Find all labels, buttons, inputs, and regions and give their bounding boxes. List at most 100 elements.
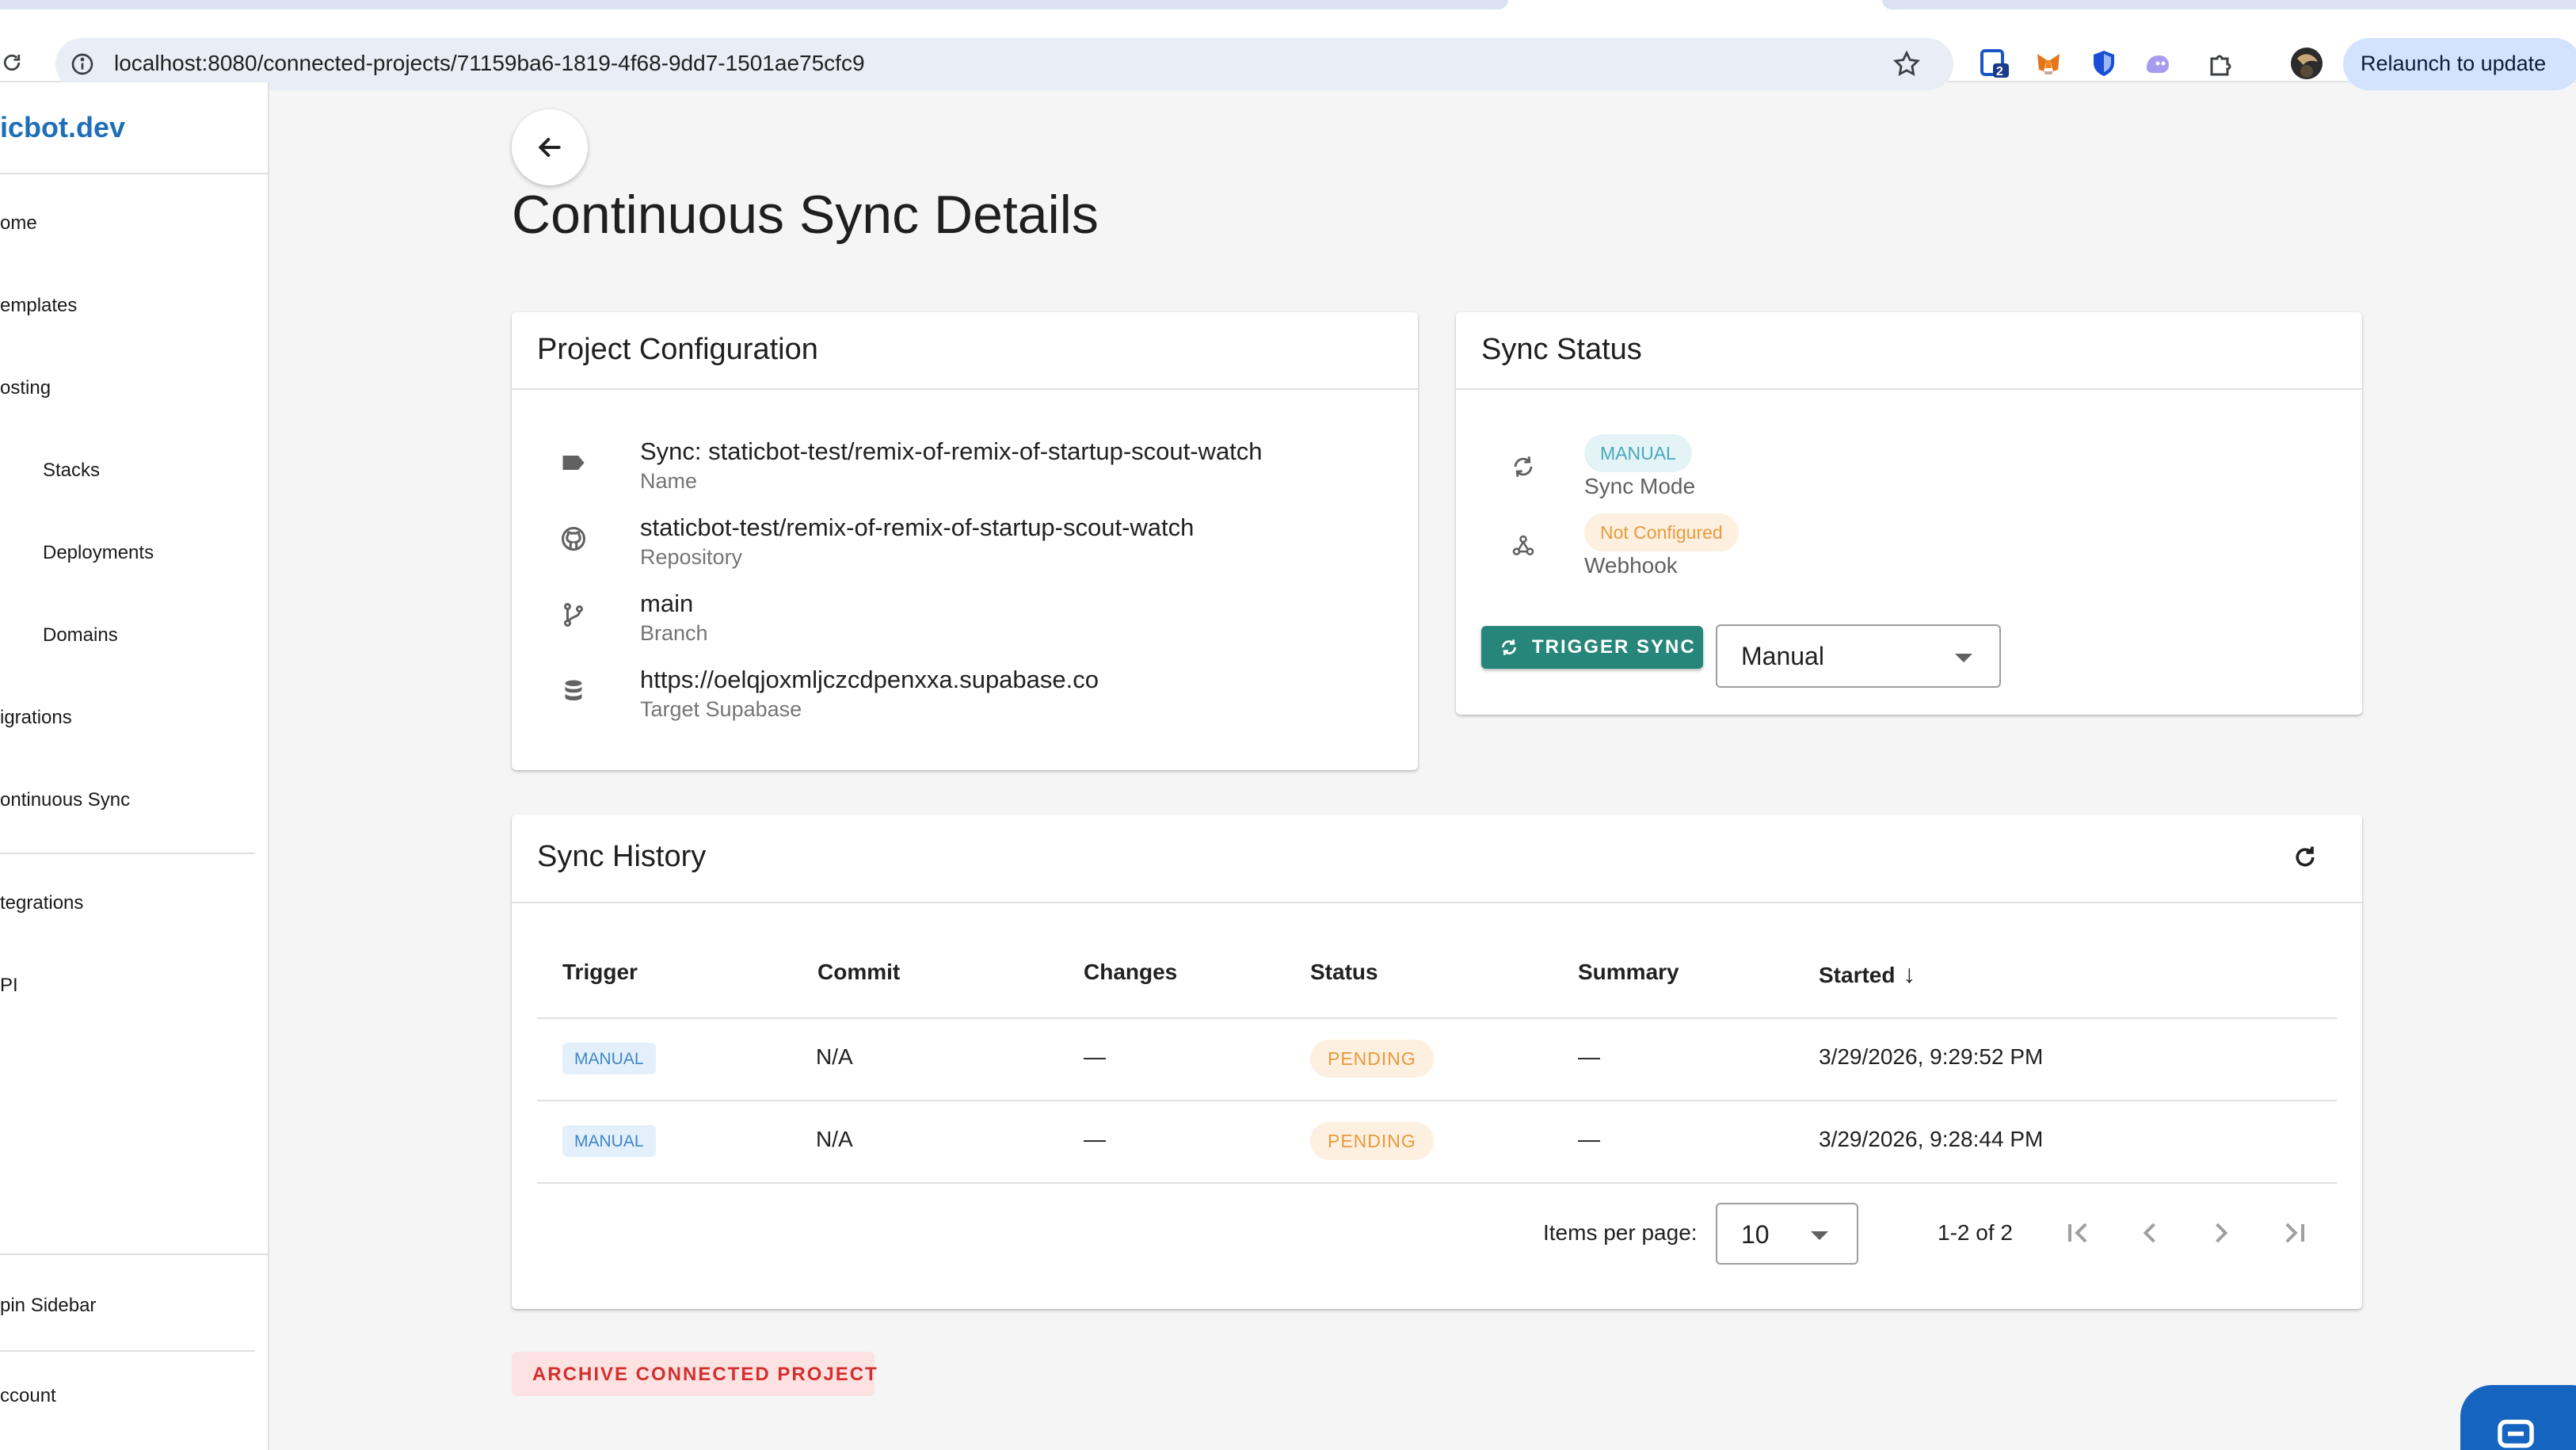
address-url[interactable]: localhost:8080/connected-projects/71159b… [114, 51, 865, 76]
sidebar-item-continuous-sync[interactable]: ontinuous Sync [0, 789, 130, 811]
address-bar[interactable]: localhost:8080/connected-projects/71159b… [55, 38, 1953, 90]
sync-icon [1514, 456, 1533, 477]
status-chip: PENDING [1310, 1040, 1434, 1078]
column-header-status: Status [1310, 960, 1378, 984]
card-divider [1456, 388, 2362, 390]
app-sidebar: icbot.dev ome emplates osting Stacks Dep… [0, 82, 269, 1450]
sidebar-divider [0, 1253, 269, 1255]
webhook-label: Webhook [1584, 553, 1678, 578]
sync-icon [1502, 639, 1516, 655]
profile-avatar[interactable] [2291, 48, 2323, 79]
sidebar-item-integrations[interactable]: tegrations [0, 892, 83, 914]
status-chip: PENDING [1310, 1122, 1434, 1160]
sidebar-item-account[interactable]: ccount [0, 1385, 56, 1407]
sync-mode-select[interactable]: Manual [1716, 624, 2001, 688]
config-row-repository: staticbot-test/remix-of-remix-of-startup… [512, 513, 1418, 590]
sidebar-item-unpin-sidebar[interactable]: pin Sidebar [0, 1295, 96, 1317]
started-cell: 3/29/2026, 9:29:52 PM [1819, 1044, 2044, 1069]
column-header-commit: Commit [817, 960, 901, 984]
next-page-icon[interactable] [2204, 1215, 2239, 1250]
table-divider [537, 1017, 2337, 1019]
sort-arrow-down-icon: ↓ [1903, 960, 1916, 988]
sync-mode-select-value: Manual [1741, 642, 1824, 670]
sidebar-divider [0, 1350, 255, 1352]
config-value: staticbot-test/remix-of-remix-of-startup… [640, 513, 1195, 541]
project-configuration-card: Project Configuration Sync: staticbot-te… [512, 312, 1418, 770]
back-button[interactable] [512, 109, 588, 185]
summary-cell: — [1578, 1127, 1600, 1151]
started-cell: 3/29/2026, 9:28:44 PM [1819, 1127, 2044, 1151]
archive-connected-project-button[interactable]: ARCHIVE CONNECTED PROJECT [512, 1352, 877, 1396]
trigger-chip: MANUAL [562, 1043, 656, 1074]
sidebar-item-domains[interactable]: Domains [43, 624, 118, 647]
extensions-puzzle-icon[interactable] [2205, 48, 2237, 79]
browser-tabstrip [0, 0, 2576, 17]
database-icon [565, 680, 582, 700]
column-header-started-label: Started [1819, 963, 1896, 987]
github-icon [562, 527, 585, 551]
bookmark-star-icon[interactable] [1892, 49, 1922, 79]
sidebar-item-stacks[interactable]: Stacks [43, 460, 100, 482]
branch-icon [564, 603, 583, 627]
chevron-down-icon [1955, 654, 1972, 662]
extension-metamask-icon[interactable] [2033, 48, 2064, 79]
sidebar-item-api[interactable]: PI [0, 975, 18, 997]
config-row-target-supabase: https://oelqjoxmljczcdpenxxa.supabase.co… [512, 666, 1418, 742]
webhook-status-chip: Not Configured [1584, 513, 1739, 551]
chevron-down-icon [1811, 1231, 1828, 1240]
last-page-icon[interactable] [2277, 1215, 2311, 1250]
sidebar-item-deployments[interactable]: Deployments [43, 542, 154, 564]
config-value: https://oelqjoxmljczcdpenxxa.supabase.co [640, 666, 1099, 693]
changes-cell: — [1084, 1044, 1106, 1069]
browser-toolbar: localhost:8080/connected-projects/71159b… [0, 17, 2576, 90]
card-divider [512, 388, 1418, 390]
refresh-icon[interactable] [2291, 843, 2319, 872]
commit-cell: N/A [816, 1127, 853, 1151]
trigger-sync-label: TRIGGER SYNC [1532, 636, 1696, 658]
browser-tab[interactable] [1882, 0, 2576, 10]
previous-page-icon[interactable] [2132, 1215, 2167, 1250]
browser-tab[interactable] [0, 0, 1508, 10]
items-per-page-select[interactable]: 10 [1716, 1203, 1858, 1265]
arrow-back-icon [539, 138, 561, 157]
column-header-summary: Summary [1578, 960, 1679, 984]
webhook-icon [1512, 535, 1534, 555]
card-title: Sync History [537, 840, 707, 873]
page-range-label: 1-2 of 2 [1938, 1220, 2013, 1245]
column-header-started[interactable]: Started ↓ [1819, 960, 1915, 989]
sidebar-item-home[interactable]: ome [0, 212, 37, 235]
sidebar-item-hosting[interactable]: osting [0, 377, 51, 399]
page-title: Continuous Sync Details [512, 185, 1099, 245]
config-row-branch: main Branch [512, 590, 1418, 666]
card-title: Project Configuration [537, 333, 818, 366]
summary-cell: — [1578, 1044, 1600, 1069]
extension-bitwarden-icon[interactable]: 2 [1979, 48, 2010, 79]
column-header-changes: Changes [1084, 960, 1178, 984]
extension-ghost-icon[interactable] [2142, 48, 2174, 79]
card-title: Sync Status [1481, 333, 1642, 366]
relaunch-button[interactable]: Relaunch to update [2343, 38, 2576, 90]
sidebar-item-migrations[interactable]: igrations [0, 707, 72, 729]
extension-shield-icon[interactable] [2088, 48, 2120, 79]
chat-support-button[interactable] [2460, 1385, 2576, 1450]
changes-cell: — [1084, 1127, 1106, 1151]
config-label: Branch [640, 621, 708, 645]
first-page-icon[interactable] [2061, 1215, 2096, 1250]
trigger-sync-button[interactable]: TRIGGER SYNC [1481, 626, 1703, 669]
reload-icon[interactable] [0, 49, 24, 76]
sync-mode-label: Sync Mode [1584, 474, 1696, 498]
brand-logo[interactable]: icbot.dev [0, 111, 125, 144]
config-label: Name [640, 469, 698, 493]
config-row-name: Sync: staticbot-test/remix-of-remix-of-s… [512, 437, 1418, 513]
table-divider [537, 1182, 2337, 1184]
config-label: Repository [640, 545, 743, 569]
sidebar-item-templates[interactable]: emplates [0, 295, 77, 317]
card-divider [512, 902, 2362, 903]
sidebar-divider [0, 173, 269, 174]
sync-mode-chip: MANUAL [1584, 434, 1692, 472]
extension-badge: 2 [1996, 65, 2003, 78]
table-divider [537, 1100, 2337, 1101]
site-info-icon[interactable] [70, 52, 95, 77]
column-header-trigger: Trigger [562, 960, 638, 984]
chat-icon [2498, 1419, 2534, 1448]
